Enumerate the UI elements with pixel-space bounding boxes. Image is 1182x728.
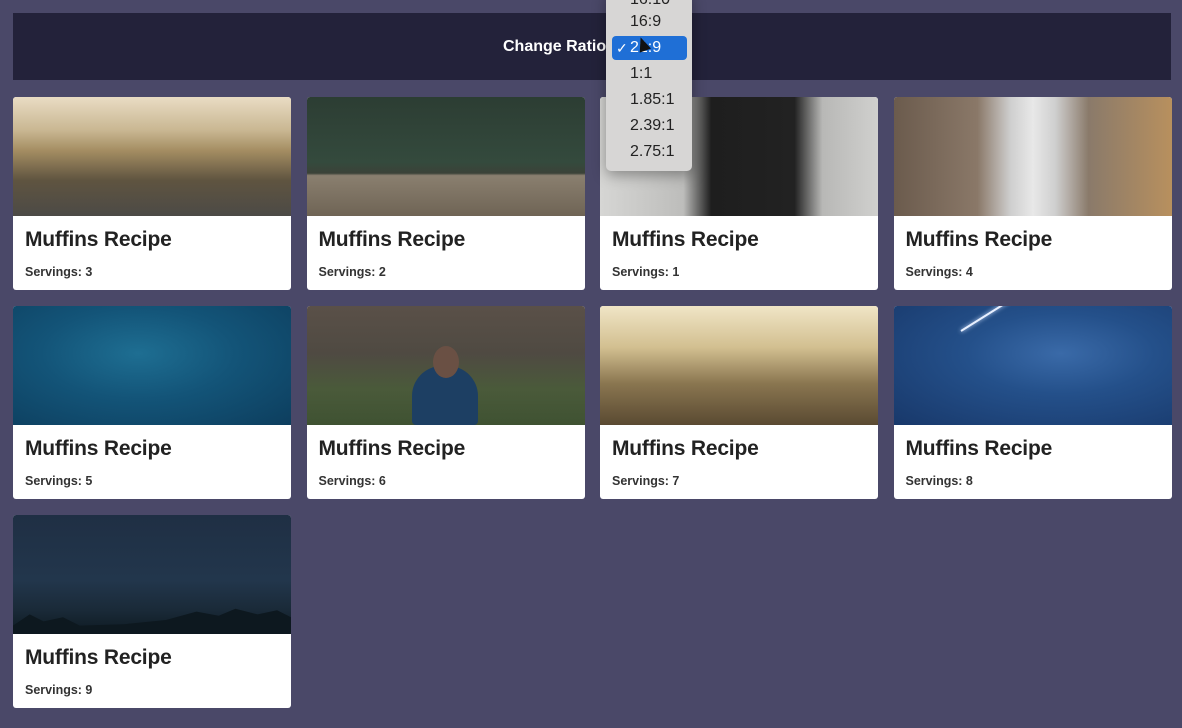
ratio-option[interactable]: 2.75:1 xyxy=(612,140,687,164)
ratio-option[interactable]: 1.85:1 xyxy=(612,88,687,112)
recipe-card[interactable]: Muffins Recipe Servings: 8 xyxy=(893,306,1172,499)
recipe-card[interactable]: Muffins Recipe Servings: 7 xyxy=(600,306,878,499)
waterfall-photo xyxy=(893,97,1172,216)
recipe-card[interactable]: Muffins Recipe Servings: 6 xyxy=(306,306,585,499)
recipe-card[interactable]: Muffins Recipe Servings: 2 xyxy=(306,97,585,290)
card-servings: Servings: 4 xyxy=(905,265,973,279)
ratio-option[interactable]: 1:1 xyxy=(612,62,687,86)
card-servings: Servings: 5 xyxy=(25,474,93,488)
card-servings: Servings: 1 xyxy=(612,265,680,279)
night-sky-photo xyxy=(13,515,291,634)
mountain-hiker-photo xyxy=(600,306,878,425)
card-servings: Servings: 7 xyxy=(612,474,680,488)
card-servings: Servings: 9 xyxy=(25,683,93,697)
forest-person-photo xyxy=(306,306,585,425)
shooting-star xyxy=(959,306,1038,332)
cyclist-photo xyxy=(13,97,291,216)
card-servings: Servings: 2 xyxy=(318,265,386,279)
card-servings: Servings: 8 xyxy=(905,474,973,488)
recipe-card[interactable]: Muffins Recipe Servings: 9 xyxy=(13,515,291,708)
person-head xyxy=(432,346,459,378)
card-title: Muffins Recipe xyxy=(905,437,1053,460)
recipe-card[interactable]: Muffins Recipe Servings: 4 xyxy=(893,97,1172,290)
recipe-card[interactable]: Muffins Recipe Servings: 3 xyxy=(13,97,291,290)
card-title: Muffins Recipe xyxy=(25,437,172,460)
change-ratio-label: Change Ratio: xyxy=(503,38,612,55)
ratio-option[interactable]: 16:9 xyxy=(612,10,687,34)
ocean-photo xyxy=(13,306,291,425)
starry-sky-photo xyxy=(893,306,1172,425)
card-title: Muffins Recipe xyxy=(318,437,466,460)
recipe-card[interactable]: Muffins Recipe Servings: 5 xyxy=(13,306,291,499)
aerial-boardwalk-photo xyxy=(306,97,585,216)
card-title: Muffins Recipe xyxy=(318,228,466,251)
card-servings: Servings: 6 xyxy=(318,474,386,488)
card-title: Muffins Recipe xyxy=(612,228,759,251)
checkmark-icon: ✓ xyxy=(616,40,628,56)
recipe-grid: Muffins Recipe Servings: 3 Muffins Recip… xyxy=(13,97,1172,708)
card-title: Muffins Recipe xyxy=(25,646,172,669)
card-title: Muffins Recipe xyxy=(25,228,172,251)
card-title: Muffins Recipe xyxy=(612,437,759,460)
ratio-option[interactable]: 2.39:1 xyxy=(612,114,687,138)
card-servings: Servings: 3 xyxy=(25,265,93,279)
card-title: Muffins Recipe xyxy=(905,228,1053,251)
tree-silhouette xyxy=(13,608,291,634)
ratio-dropdown-menu[interactable]: 16:10 16:9 ✓ 21:9 1:1 1.85:1 2.39:1 2.75… xyxy=(606,0,692,171)
